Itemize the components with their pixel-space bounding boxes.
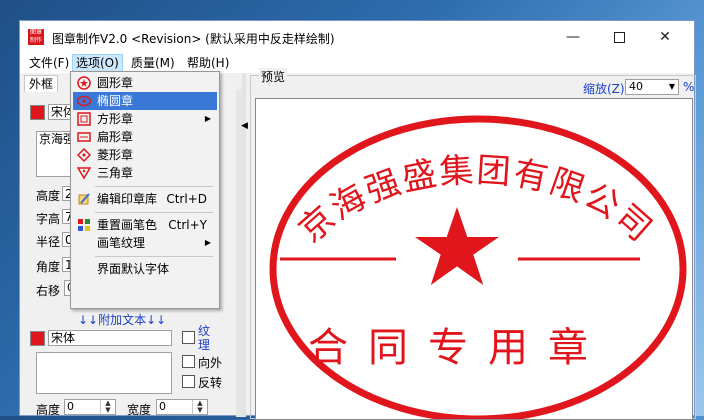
extra-font-name-field[interactable]: 宋体 <box>48 330 172 346</box>
menu-item-label: 编辑印章库 <box>97 192 158 206</box>
angle-label: 角度 <box>36 260 61 274</box>
tab-outer-frame[interactable]: 外框 <box>24 75 59 92</box>
square-seal-icon <box>77 112 91 126</box>
menu-item-triangle-seal[interactable]: 三角章 <box>73 164 217 182</box>
seal-star-icon <box>415 207 499 285</box>
menu-item-edit-library[interactable]: 编辑印章库 Ctrl+D <box>73 190 217 208</box>
height-label: 高度 <box>36 189 61 203</box>
seal-bottom-text: 合同专用章 <box>308 325 608 371</box>
outward-checkbox[interactable] <box>182 355 195 368</box>
zoom-label: 缩放(Z) <box>583 82 625 96</box>
menu-item-default-font[interactable]: 界面默认字体 <box>73 260 217 278</box>
dropdown-arrow-icon: ▼ <box>668 82 675 91</box>
seal-arc-text: 京海强盛集团有限公司 <box>291 150 661 250</box>
menu-item-label: 椭圆章 <box>97 94 134 108</box>
close-icon: ✕ <box>659 29 671 45</box>
triangle-seal-icon <box>77 167 91 180</box>
preview-canvas[interactable]: 京海强盛集团有限公司 合同专用章 <box>255 98 693 420</box>
font-color-swatch[interactable] <box>30 105 45 120</box>
menu-item-label: 画笔纹理 <box>97 236 146 250</box>
palette-icon <box>78 219 90 231</box>
menu-item-label: 圆形章 <box>97 76 134 90</box>
menu-quality[interactable]: 质量(M) <box>128 55 178 71</box>
extra-height-label: 高度 <box>36 403 61 417</box>
texture-checkbox[interactable] <box>182 331 195 344</box>
menu-item-pen-texture[interactable]: 画笔纹理 ▶ <box>73 234 217 252</box>
minimize-icon: — <box>566 29 580 45</box>
preview-label: 预览 <box>259 68 288 85</box>
menu-separator <box>95 186 213 187</box>
radius-label: 半径 <box>36 235 61 249</box>
app-logo-icon: 图章制作 <box>28 29 44 45</box>
menu-options[interactable]: 选项(O) <box>72 54 123 72</box>
preview-group: 预览 缩放(Z) 40 ▼ % 京海强盛集团有限公司 合同专用章 <box>250 68 696 420</box>
outward-label: 向外 <box>198 356 223 370</box>
extra-width-stepper[interactable]: 0 ▲ ▼ <box>156 399 208 415</box>
window-title: 图章制作V2.0 <Revision> (默认采用中反走样绘制) <box>52 32 335 46</box>
menu-help[interactable]: 帮助(H) <box>184 55 232 71</box>
char-height-label: 字高 <box>36 212 61 226</box>
diamond-seal-icon <box>77 148 91 162</box>
reverse-checkbox[interactable] <box>182 375 195 388</box>
minimize-button[interactable]: — <box>550 21 596 53</box>
zoom-select[interactable]: 40 ▼ <box>625 79 679 95</box>
flat-seal-icon <box>77 132 91 142</box>
menu-item-diamond-seal[interactable]: 菱形章 <box>73 146 217 164</box>
stepper-arrows-icon[interactable]: ▲▼ <box>100 400 115 414</box>
extra-text-header: ↓↓附加文本↓↓ <box>78 313 167 327</box>
title-bar: 图章制作 图章制作V2.0 <Revision> (默认采用中反走样绘制) — … <box>20 21 694 53</box>
menu-bar: 文件(F) 选项(O) 质量(M) 帮助(H) <box>20 53 694 73</box>
zoom-value: 40 <box>629 80 643 93</box>
menu-item-flat-seal[interactable]: 扁形章 <box>73 128 217 146</box>
extra-height-stepper[interactable]: 0 ▲ ▼ <box>64 399 116 415</box>
reverse-label: 反转 <box>198 376 223 390</box>
menu-item-circle-seal[interactable]: 圆形章 <box>73 74 217 92</box>
maximize-button[interactable] <box>596 21 642 53</box>
menu-item-reset-pen-color[interactable]: 重置画笔色 Ctrl+Y <box>73 216 217 234</box>
menu-item-label: 界面默认字体 <box>97 262 170 276</box>
extra-height-value: 0 <box>67 400 74 413</box>
maximize-icon <box>613 31 625 43</box>
circle-seal-icon <box>77 76 91 90</box>
zoom-unit: % <box>683 80 695 94</box>
options-menu-dropdown: 圆形章 椭圆章 方形章 ▶ 扁形章 菱形章 三角章 编辑印章库 Ctrl+D 重… <box>70 71 220 309</box>
seal-preview: 京海强盛集团有限公司 合同专用章 <box>269 115 687 419</box>
menu-item-label: 扁形章 <box>97 130 134 144</box>
menu-item-label: 重置画笔色 <box>97 218 158 232</box>
panel-splitter[interactable]: ◀ <box>241 73 248 417</box>
menu-item-label: 三角章 <box>97 166 134 180</box>
extra-font-color-swatch[interactable] <box>30 331 45 346</box>
collapse-arrow-icon[interactable]: ◀ <box>241 121 248 131</box>
menu-item-shortcut: Ctrl+D <box>166 192 207 206</box>
menu-item-ellipse-seal[interactable]: 椭圆章 <box>73 92 217 110</box>
close-button[interactable]: ✕ <box>642 21 688 53</box>
texture-label: 纹理 <box>198 324 211 352</box>
extra-width-label: 宽度 <box>127 403 152 417</box>
right-shift-label: 右移 <box>36 284 61 298</box>
menu-item-label: 菱形章 <box>97 148 134 162</box>
menu-separator <box>95 212 213 213</box>
menu-item-shortcut: Ctrl+Y <box>168 218 207 232</box>
ellipse-seal-icon <box>77 95 91 107</box>
menu-item-square-seal[interactable]: 方形章 ▶ <box>73 110 217 128</box>
submenu-arrow-icon: ▶ <box>204 114 211 123</box>
submenu-arrow-icon: ▶ <box>204 238 211 247</box>
menu-separator <box>95 256 213 257</box>
edit-library-icon <box>78 193 90 205</box>
extra-text-area[interactable] <box>36 352 172 394</box>
menu-item-label: 方形章 <box>97 112 134 126</box>
stepper-arrows-icon[interactable]: ▲▼ <box>192 400 207 414</box>
extra-width-value: 0 <box>159 400 166 413</box>
menu-file[interactable]: 文件(F) <box>26 55 72 71</box>
